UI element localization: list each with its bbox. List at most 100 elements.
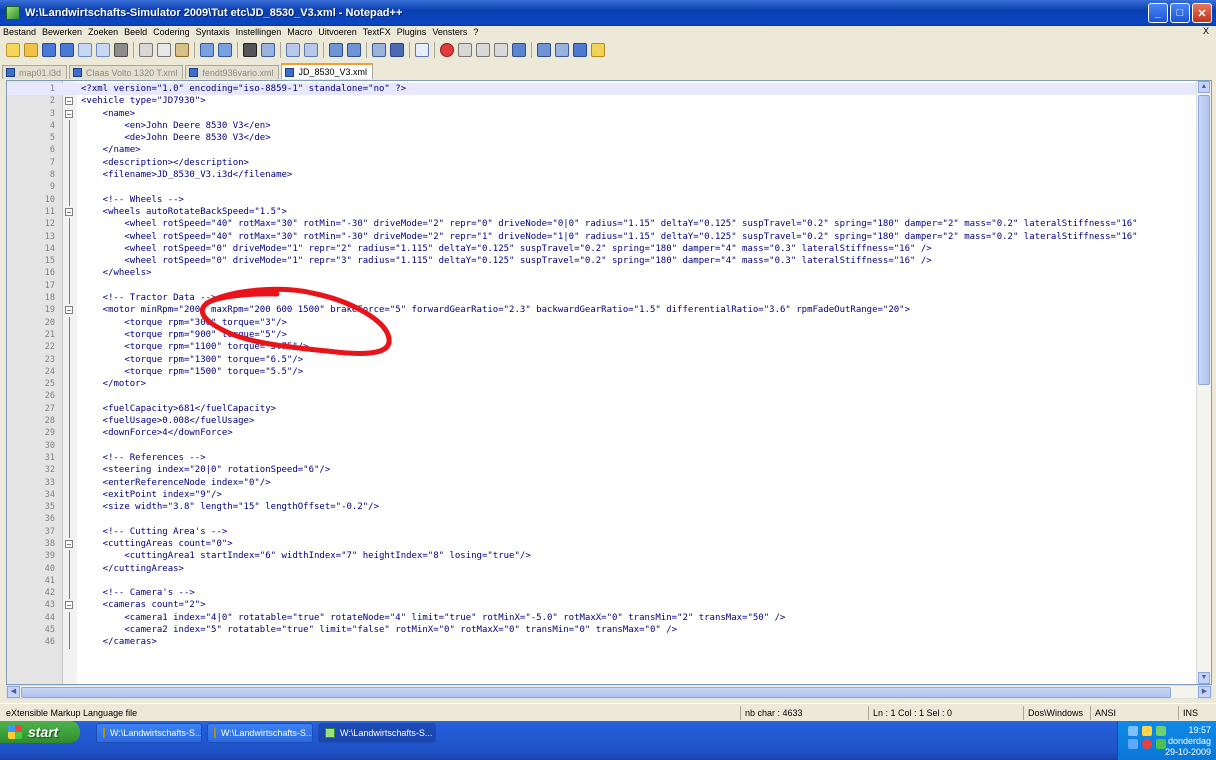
annotation-stroke [199, 286, 392, 356]
word-wrap-icon[interactable] [372, 43, 386, 57]
save-macro-icon[interactable] [512, 43, 526, 57]
clock-date: 29-10-2009 [1164, 747, 1211, 757]
start-button[interactable]: start [0, 721, 80, 743]
menu-uitvoeren[interactable]: Uitvoeren [315, 27, 360, 37]
menu-zoeken[interactable]: Zoeken [85, 27, 121, 37]
open-folder-icon[interactable] [24, 43, 38, 57]
tab-claas-volto[interactable]: Claas Volto 1320 T.xml [69, 65, 184, 79]
print-icon[interactable] [114, 43, 128, 57]
menu-bestand[interactable]: Bestand [0, 27, 39, 37]
scroll-left-arrow-icon[interactable]: ◀ [7, 686, 20, 698]
status-char-count: nb char : 4633 [740, 706, 862, 720]
taskbar-item-notepad[interactable]: W:\Landwirtschafts-S... [318, 723, 436, 743]
document-close-button[interactable]: X [1200, 26, 1212, 36]
indent-guide-icon[interactable] [415, 43, 429, 57]
paste-icon[interactable] [175, 43, 189, 57]
copy-icon[interactable] [157, 43, 171, 57]
folder-icon [103, 728, 105, 738]
title-bar[interactable]: W:\Landwirtschafts-Simulator 2009\Tut et… [0, 0, 1216, 26]
task-label: W:\Landwirtschafts-S... [110, 728, 202, 738]
play-macro-icon[interactable] [476, 43, 490, 57]
show-all-characters-icon[interactable] [390, 43, 404, 57]
save-all-icon[interactable] [60, 43, 74, 57]
menu-codering[interactable]: Codering [150, 27, 193, 37]
menu-bewerken[interactable]: Bewerken [39, 27, 85, 37]
tab-label: map01.i3d [19, 67, 62, 78]
status-eol-format: Dos\Windows [1023, 706, 1089, 720]
security-alert-icon[interactable] [1142, 739, 1152, 749]
sync-horizontal-icon[interactable] [347, 43, 361, 57]
replace-icon[interactable] [261, 43, 275, 57]
run-macro-multiple-icon[interactable] [494, 43, 508, 57]
file-icon [189, 68, 199, 77]
document-map-icon[interactable] [555, 43, 569, 57]
notepad-plus-plus-icon [325, 728, 335, 738]
document-tabs: map01.i3d Claas Volto 1320 T.xml fendt93… [0, 63, 1216, 79]
horizontal-scrollbar[interactable]: ◀ ▶ [6, 685, 1212, 699]
spell-check-icon[interactable] [591, 43, 605, 57]
code-editor[interactable]: 1 <?xml version="1.0" encoding="iso-8859-… [6, 80, 1212, 685]
network-icon[interactable] [1128, 726, 1138, 736]
status-cursor-position: Ln : 1 Col : 1 Sel : 0 [868, 706, 1018, 720]
windows-logo-icon [8, 725, 22, 739]
window-title: W:\Landwirtschafts-Simulator 2009\Tut et… [25, 7, 403, 19]
menu-beeld[interactable]: Beeld [121, 27, 150, 37]
taskbar-item-explorer-1[interactable]: W:\Landwirtschafts-S... [96, 723, 202, 743]
status-bar: eXtensible Markup Language file nb char … [0, 703, 1216, 721]
find-icon[interactable] [243, 43, 257, 57]
task-label: W:\Landwirtschafts-S... [340, 728, 433, 738]
menu-plugins[interactable]: Plugins [394, 27, 430, 37]
taskbar-item-explorer-2[interactable]: W:\Landwirtschafts-S... [207, 723, 313, 743]
zoom-in-icon[interactable] [286, 43, 300, 57]
launch-browser-icon[interactable] [537, 43, 551, 57]
function-list-icon[interactable] [573, 43, 587, 57]
zoom-out-icon[interactable] [304, 43, 318, 57]
folder-icon [214, 728, 216, 738]
maximize-button[interactable]: □ [1170, 3, 1190, 23]
redo-icon[interactable] [218, 43, 232, 57]
tab-label: fendt936vario.xml [202, 67, 274, 78]
stop-macro-icon[interactable] [458, 43, 472, 57]
tab-map01[interactable]: map01.i3d [2, 65, 68, 79]
menu-syntaxis[interactable]: Syntaxis [193, 27, 233, 37]
tab-label: Claas Volto 1320 T.xml [86, 67, 178, 78]
status-insert-mode: INS [1178, 706, 1214, 720]
toolbar [0, 39, 1216, 61]
close-all-icon[interactable] [96, 43, 110, 57]
menu-instellingen[interactable]: Instellingen [233, 27, 285, 37]
status-encoding: ANSI [1090, 706, 1170, 720]
system-tray: 19:57 donderdag 29-10-2009 [1117, 721, 1216, 760]
horizontal-scroll-thumb[interactable] [21, 687, 1171, 698]
menu-macro[interactable]: Macro [284, 27, 315, 37]
status-file-type: eXtensible Markup Language file [6, 708, 138, 718]
close-file-icon[interactable] [78, 43, 92, 57]
tab-label: JD_8530_V3.xml [298, 67, 368, 77]
new-file-icon[interactable] [6, 43, 20, 57]
close-button[interactable]: ✕ [1192, 3, 1212, 23]
sync-icon[interactable] [1128, 739, 1138, 749]
clock[interactable]: 19:57 donderdag 29-10-2009 [1165, 725, 1211, 758]
menu-textfx[interactable]: TextFX [360, 27, 394, 37]
file-icon [73, 68, 83, 77]
menu-bar: Bestand Bewerken Zoeken Beeld Codering S… [0, 26, 1216, 38]
task-label: W:\Landwirtschafts-S... [221, 728, 313, 738]
clock-day: donderdag [1167, 736, 1211, 746]
tab-jd-8530[interactable]: JD_8530_V3.xml [281, 63, 374, 79]
save-icon[interactable] [42, 43, 56, 57]
volume-icon[interactable] [1142, 726, 1152, 736]
file-icon [285, 67, 295, 77]
tab-fendt936[interactable]: fendt936vario.xml [185, 65, 280, 79]
notepad-plus-plus-icon [6, 6, 20, 20]
record-macro-icon[interactable] [440, 43, 454, 57]
minimize-button[interactable]: _ [1148, 3, 1168, 23]
undo-icon[interactable] [200, 43, 214, 57]
scroll-right-arrow-icon[interactable]: ▶ [1198, 686, 1211, 698]
menu-vensters[interactable]: Vensters [429, 27, 470, 37]
cut-icon[interactable] [139, 43, 153, 57]
start-label: start [28, 724, 59, 740]
sync-vertical-icon[interactable] [329, 43, 343, 57]
file-icon [6, 68, 15, 77]
red-annotation-circle [199, 286, 392, 356]
clock-time: 19:57 [1188, 725, 1211, 735]
menu-help[interactable]: ? [470, 27, 481, 37]
